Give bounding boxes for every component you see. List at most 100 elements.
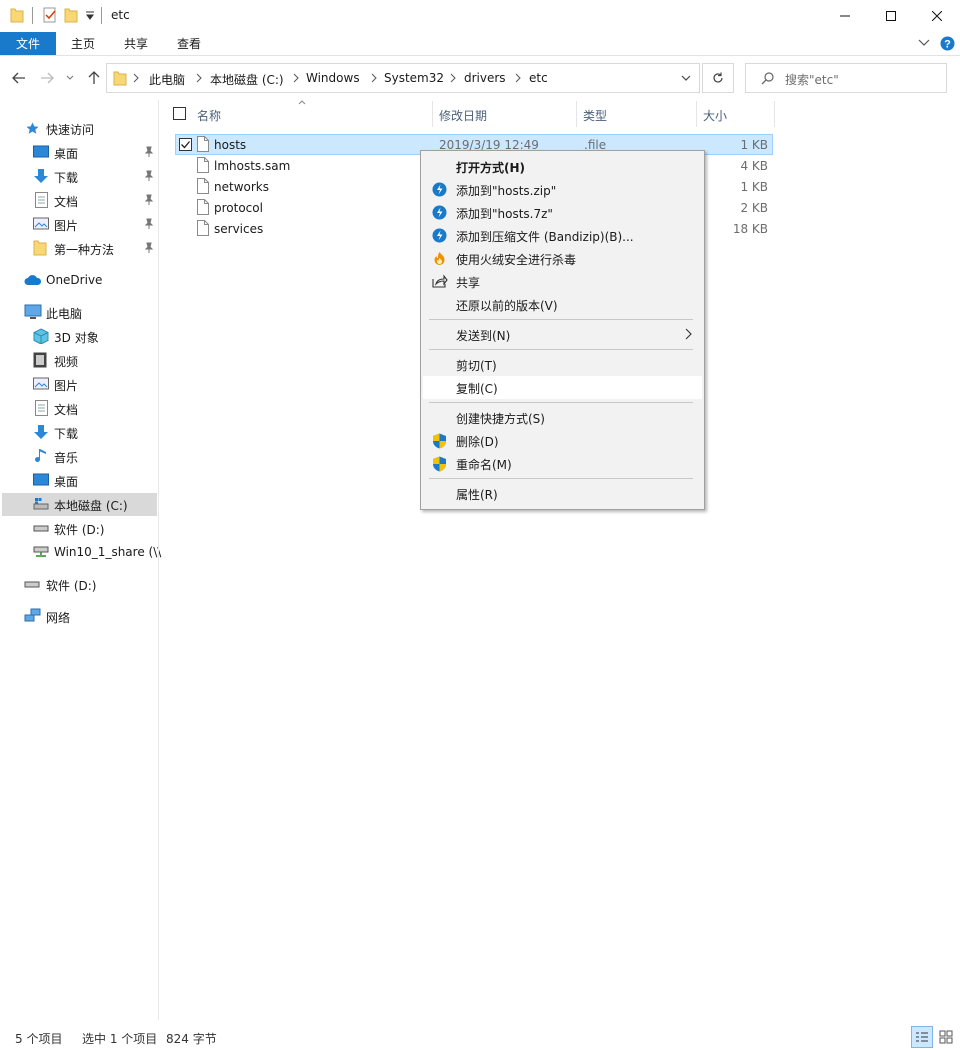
- large-icons-view-button[interactable]: [935, 1026, 957, 1048]
- sort-up-icon: [298, 100, 306, 105]
- chevron-right-icon[interactable]: [515, 73, 521, 83]
- menu-item-cut[interactable]: 剪切(T): [423, 353, 702, 376]
- back-button[interactable]: [8, 66, 30, 90]
- sidebar-item-music[interactable]: 音乐: [2, 445, 157, 467]
- refresh-button[interactable]: [702, 63, 734, 93]
- column-header-type[interactable]: 类型: [583, 107, 607, 133]
- breadcrumb-this-pc[interactable]: 此电脑: [149, 71, 185, 88]
- pin-icon[interactable]: [144, 242, 154, 253]
- menu-item-copy[interactable]: 复制(C): [423, 376, 702, 399]
- recent-locations-button[interactable]: [62, 66, 78, 90]
- tab-view[interactable]: 查看: [166, 32, 212, 55]
- sidebar-item-local-disk-c[interactable]: 本地磁盘 (C:): [2, 493, 157, 516]
- sidebar-label: 软件 (D:): [54, 523, 105, 537]
- sidebar-item-this-pc[interactable]: 此电脑: [2, 301, 157, 323]
- select-all-checkbox[interactable]: [173, 107, 186, 120]
- address-bar[interactable]: 此电脑 本地磁盘 (C:) Windows System32 drivers e…: [106, 63, 700, 93]
- menu-item-huorong-scan[interactable]: 使用火绒安全进行杀毒: [423, 247, 702, 270]
- column-divider[interactable]: [432, 101, 433, 127]
- sidebar-label: 软件 (D:): [46, 579, 97, 593]
- sidebar-item-pc-downloads[interactable]: 下载: [2, 421, 157, 443]
- column-header-name[interactable]: 名称: [197, 107, 221, 133]
- menu-item-delete[interactable]: 删除(D): [423, 429, 702, 452]
- file-name: networks: [214, 180, 269, 194]
- chevron-right-icon[interactable]: [133, 73, 139, 83]
- bandizip-icon: [432, 228, 447, 243]
- sidebar-item-pictures[interactable]: 图片: [2, 213, 157, 235]
- status-item-count: 5 个项目: [15, 1032, 63, 1046]
- sidebar-item-drive-d[interactable]: 软件 (D:): [2, 517, 157, 539]
- forward-button[interactable]: [36, 66, 58, 90]
- row-checkbox[interactable]: [179, 138, 192, 151]
- customize-toolbar-icon[interactable]: [85, 10, 95, 20]
- breadcrumb-system32[interactable]: System32: [384, 71, 444, 85]
- menu-item-add-zip[interactable]: 添加到"hosts.zip": [423, 178, 702, 201]
- menu-item-open-with[interactable]: 打开方式(H): [423, 155, 702, 178]
- menu-item-create-shortcut[interactable]: 创建快捷方式(S): [423, 406, 702, 429]
- chevron-right-icon[interactable]: [371, 73, 377, 83]
- menu-item-properties[interactable]: 属性(R): [423, 482, 702, 505]
- menu-item-add-7z[interactable]: 添加到"hosts.7z": [423, 201, 702, 224]
- sidebar-item-3d-objects[interactable]: 3D 对象: [2, 325, 157, 347]
- sidebar-item-quick-access[interactable]: 快速访问: [2, 117, 157, 139]
- maximize-button[interactable]: [868, 0, 914, 31]
- sidebar-item-onedrive[interactable]: OneDrive: [2, 269, 157, 291]
- sidebar-label: 3D 对象: [54, 331, 99, 345]
- tab-home[interactable]: 主页: [60, 32, 106, 55]
- sidebar-item-pc-desktop[interactable]: 桌面: [2, 469, 157, 491]
- sidebar-item-videos[interactable]: 视频: [2, 349, 157, 371]
- breadcrumb-local-disk[interactable]: 本地磁盘 (C:): [210, 71, 284, 88]
- menu-item-add-archive[interactable]: 添加到压缩文件 (Bandizip)(B)...: [423, 224, 702, 247]
- star-icon: [26, 122, 39, 135]
- chevron-right-icon[interactable]: [450, 73, 456, 83]
- details-view-button[interactable]: [911, 1026, 933, 1048]
- file-size: 1 KB: [740, 138, 768, 152]
- address-history-dropdown[interactable]: [681, 75, 691, 82]
- tab-file[interactable]: 文件: [0, 32, 56, 55]
- navigation-pane: 快速访问 桌面 下载 文档 图片 第一种方法 OneDrive 此电脑 3D 对…: [0, 100, 161, 1020]
- sidebar-item-drive-d-root[interactable]: 软件 (D:): [2, 573, 157, 595]
- tab-share[interactable]: 共享: [113, 32, 159, 55]
- close-button[interactable]: [914, 0, 960, 31]
- menu-item-send-to[interactable]: 发送到(N): [423, 323, 702, 346]
- sidebar-item-desktop[interactable]: 桌面: [2, 141, 157, 163]
- column-divider[interactable]: [696, 101, 697, 127]
- minimize-button[interactable]: [822, 0, 868, 31]
- file-name: protocol: [214, 201, 263, 215]
- sidebar-item-first-method[interactable]: 第一种方法: [2, 237, 157, 259]
- pane-splitter[interactable]: [158, 100, 159, 1020]
- column-divider[interactable]: [774, 101, 775, 127]
- sidebar-label: 文档: [54, 195, 79, 209]
- column-header-date[interactable]: 修改日期: [439, 107, 487, 133]
- sidebar-item-pc-pictures[interactable]: 图片: [2, 373, 157, 395]
- sidebar-item-network-share[interactable]: Win10_1_share (\\: [2, 541, 161, 563]
- help-icon[interactable]: ?: [940, 36, 955, 51]
- refresh-icon: [712, 72, 724, 84]
- new-folder-icon[interactable]: [64, 6, 78, 24]
- breadcrumb-windows[interactable]: Windows: [306, 71, 360, 85]
- sidebar-item-documents[interactable]: 文档: [2, 189, 157, 211]
- sidebar-item-network[interactable]: 网络: [2, 605, 157, 627]
- menu-item-restore-versions[interactable]: 还原以前的版本(V): [423, 293, 702, 316]
- file-icon: [197, 178, 209, 194]
- sidebar-item-downloads[interactable]: 下载: [2, 165, 157, 187]
- menu-item-label: 删除(D): [456, 435, 499, 449]
- breadcrumb-drivers[interactable]: drivers: [464, 71, 506, 85]
- sidebar-item-pc-documents[interactable]: 文档: [2, 397, 157, 419]
- column-header-size[interactable]: 大小: [703, 107, 727, 133]
- pin-icon[interactable]: [144, 170, 154, 181]
- column-divider[interactable]: [576, 101, 577, 127]
- up-button[interactable]: [83, 66, 105, 90]
- expand-ribbon-icon[interactable]: [918, 39, 930, 47]
- breadcrumb-etc[interactable]: etc: [529, 71, 548, 85]
- menu-item-share[interactable]: 共享: [423, 270, 702, 293]
- pin-icon[interactable]: [144, 218, 154, 229]
- pin-icon[interactable]: [144, 146, 154, 157]
- chevron-right-icon[interactable]: [293, 73, 299, 83]
- menu-item-rename[interactable]: 重命名(M): [423, 452, 702, 475]
- pin-icon[interactable]: [144, 194, 154, 205]
- search-box[interactable]: 搜索"etc": [745, 63, 947, 93]
- chevron-right-icon[interactable]: [196, 73, 202, 83]
- properties-icon[interactable]: [42, 6, 58, 24]
- menu-item-label: 添加到压缩文件 (Bandizip)(B)...: [456, 230, 634, 244]
